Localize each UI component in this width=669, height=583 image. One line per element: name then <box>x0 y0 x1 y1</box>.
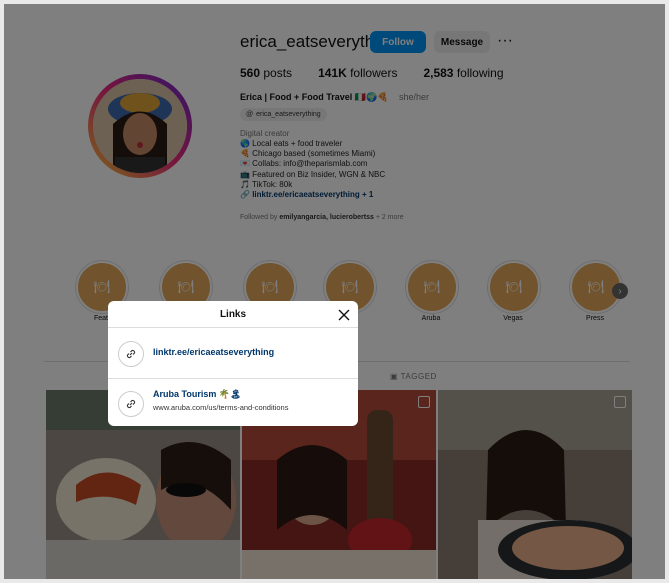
link-row[interactable]: linktr.ee/ericaeatseverything <box>108 328 358 378</box>
link-icon <box>118 391 144 417</box>
close-icon[interactable] <box>334 305 354 325</box>
links-modal: Links linktr.ee/ericaeatseverything Arub… <box>108 301 358 426</box>
modal-title: Links <box>219 309 247 320</box>
link-url: www.aruba.com/us/terms-and-conditions <box>153 403 289 412</box>
link-icon <box>118 341 144 367</box>
link-row[interactable]: Aruba Tourism 🌴🏝 www.aruba.com/us/terms-… <box>108 379 358 426</box>
modal-backdrop[interactable] <box>4 4 665 579</box>
link-title[interactable]: Aruba Tourism 🌴🏝 <box>153 389 241 400</box>
link-title[interactable]: linktr.ee/ericaeatseverything <box>153 347 274 357</box>
profile-page: erica_eatseverything Follow Message ··· … <box>4 4 665 579</box>
